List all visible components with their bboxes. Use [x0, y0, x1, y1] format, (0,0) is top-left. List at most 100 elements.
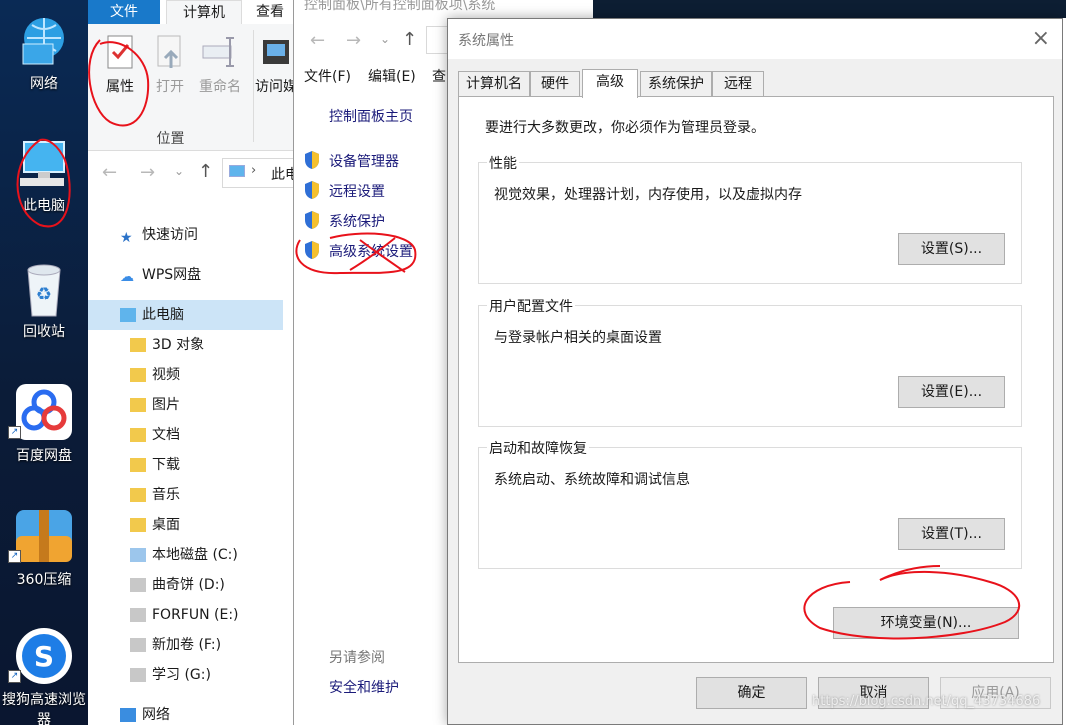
nav-item[interactable]: ★ 快速访问: [88, 220, 283, 250]
menu-view[interactable]: 查: [432, 66, 446, 86]
nav-item-label: WPS网盘: [142, 267, 202, 283]
folder-video-icon: [130, 368, 146, 382]
shortcut-arrow-icon: ↗: [8, 426, 21, 439]
windows-drive-icon: [130, 548, 146, 562]
nav-item-label: 音乐: [152, 487, 180, 503]
sogou-browser-icon: S: [16, 628, 72, 684]
ribbon-group-label: 位置: [156, 131, 185, 147]
uac-shield-icon: [305, 151, 319, 169]
history-chevron-icon[interactable]: ⌄: [174, 164, 184, 178]
properties-label: 属性: [106, 79, 134, 95]
nav-item-label: 桌面: [152, 517, 180, 533]
computer-icon: [120, 308, 136, 322]
ok-button[interactable]: 确定: [696, 677, 807, 709]
user-profiles-settings-button[interactable]: 设置(E)...: [898, 376, 1005, 408]
navigation-pane: ★ 快速访问 ☁ WPS网盘此电脑 3D 对象视频图片 文档下载音乐桌面本地磁盘 (C:)…: [88, 220, 283, 725]
tab-remote[interactable]: 远程: [712, 71, 764, 97]
nav-item-label: 此电脑: [142, 307, 184, 323]
back-arrow-icon[interactable]: ←: [102, 162, 117, 183]
uac-shield-icon: [305, 181, 319, 199]
address-box[interactable]: › 此电: [222, 158, 302, 188]
remote-settings-link[interactable]: 远程设置: [329, 181, 385, 201]
nav-item[interactable]: 新加卷 (F:): [88, 630, 283, 660]
tab-system-protection[interactable]: 系统保护: [640, 71, 712, 97]
nav-item[interactable]: 桌面: [88, 510, 283, 540]
tab-computer-name[interactable]: 计算机名: [458, 71, 530, 97]
user-profiles-description: 与登录帐户相关的桌面设置: [494, 330, 662, 346]
forward-arrow-icon[interactable]: →: [346, 30, 361, 51]
performance-settings-button[interactable]: 设置(S)...: [898, 233, 1005, 265]
environment-variables-button[interactable]: 环境变量(N)...: [833, 607, 1019, 639]
nav-item[interactable]: 本地磁盘 (C:): [88, 540, 283, 570]
open-icon: [157, 35, 181, 68]
nav-item[interactable]: FORFUN (E:): [88, 600, 283, 630]
nav-item[interactable]: 学习 (G:): [88, 660, 283, 690]
up-arrow-icon[interactable]: ↑: [402, 29, 417, 50]
desktop-icon-sogou[interactable]: S ↗ 搜狗高速浏览器: [0, 626, 88, 725]
nav-item[interactable]: 下载: [88, 450, 283, 480]
system-protection-link[interactable]: 系统保护: [329, 211, 385, 231]
ribbon-tabs: 文件 计算机 查看: [88, 0, 298, 24]
ribbon-tab-file[interactable]: 文件: [88, 0, 160, 24]
nav-item-label: 本地磁盘 (C:): [152, 547, 238, 563]
nav-item[interactable]: ☁ WPS网盘: [88, 260, 283, 290]
performance-group: 性能 视觉效果，处理器计划，内存使用，以及虚拟内存 设置(S)...: [478, 153, 1022, 284]
open-button[interactable]: 打开: [146, 34, 194, 96]
security-maintenance-link[interactable]: 安全和维护: [329, 677, 399, 697]
nav-item-label: 曲奇饼 (D:): [152, 577, 225, 593]
access-media-button[interactable]: 访问媒: [254, 34, 298, 96]
archive-icon: [16, 510, 72, 562]
open-label: 打开: [156, 79, 184, 95]
desktop-icon-360[interactable]: ↗ 360压缩: [0, 506, 88, 590]
shortcut-arrow-icon: ↗: [8, 670, 21, 683]
desktop-icon-this-pc[interactable]: 此电脑: [0, 138, 88, 216]
performance-description: 视觉效果，处理器计划，内存使用，以及虚拟内存: [494, 187, 802, 203]
nav-item-label: 网络: [142, 707, 170, 723]
nav-item-label: 快速访问: [142, 227, 198, 243]
svg-text:S: S: [34, 640, 54, 673]
nav-item-label: 视频: [152, 367, 180, 383]
computer-icon: [229, 165, 245, 177]
nav-item[interactable]: 文档: [88, 420, 283, 450]
nav-item[interactable]: 图片: [88, 390, 283, 420]
history-chevron-icon[interactable]: ⌄: [380, 32, 390, 46]
device-manager-link[interactable]: 设备管理器: [329, 151, 399, 171]
ribbon-tab-computer[interactable]: 计算机: [166, 0, 242, 24]
tab-advanced[interactable]: 高级: [582, 69, 638, 98]
uac-shield-icon: [305, 241, 319, 259]
folder-downloads-icon: [130, 458, 146, 472]
breadcrumb-separator-icon: ›: [251, 163, 257, 178]
nav-item[interactable]: 曲奇饼 (D:): [88, 570, 283, 600]
tab-hardware[interactable]: 硬件: [530, 71, 580, 97]
close-icon[interactable]: ×: [1032, 27, 1050, 51]
control-panel-home-link[interactable]: 控制面板主页: [329, 106, 413, 126]
rename-label: 重命名: [199, 79, 241, 95]
nav-item[interactable]: 3D 对象: [88, 330, 283, 360]
nav-item[interactable]: 此电脑: [88, 300, 283, 330]
nav-item[interactable]: 音乐: [88, 480, 283, 510]
nav-item[interactable]: 网络: [88, 700, 283, 725]
drive-icon: [130, 608, 146, 622]
desktop-icon-network[interactable]: 网络: [0, 14, 88, 94]
nav-item-label: 下载: [152, 457, 180, 473]
forward-arrow-icon[interactable]: →: [140, 162, 155, 183]
recycle-bin-icon: ♻: [27, 264, 61, 317]
startup-recovery-settings-button[interactable]: 设置(T)...: [898, 518, 1005, 550]
startup-recovery-description: 系统启动、系统故障和调试信息: [494, 472, 690, 488]
network-icon: [22, 18, 64, 65]
rename-icon: [202, 37, 234, 67]
back-arrow-icon[interactable]: ←: [310, 30, 325, 51]
desktop-icon-recycle-bin[interactable]: ♻ 回收站: [0, 262, 88, 342]
ribbon-tab-view[interactable]: 查看: [248, 0, 292, 24]
properties-button[interactable]: 属性: [96, 34, 144, 96]
advanced-system-settings-link[interactable]: 高级系统设置: [329, 241, 413, 261]
desktop-icon-baidu[interactable]: ↗ 百度网盘: [0, 382, 88, 466]
menu-edit[interactable]: 编辑(E): [368, 66, 416, 86]
menu-file[interactable]: 文件(F): [304, 66, 351, 86]
startup-recovery-legend: 启动和故障恢复: [487, 438, 589, 458]
system-properties-dialog: 系统属性 × 计算机名 硬件 高级 系统保护 远程 要进行大多数更改，你必须作为…: [447, 18, 1063, 725]
up-arrow-icon[interactable]: ↑: [198, 161, 213, 182]
rename-button[interactable]: 重命名: [196, 34, 244, 96]
folder-documents-icon: [130, 428, 146, 442]
nav-item[interactable]: 视频: [88, 360, 283, 390]
